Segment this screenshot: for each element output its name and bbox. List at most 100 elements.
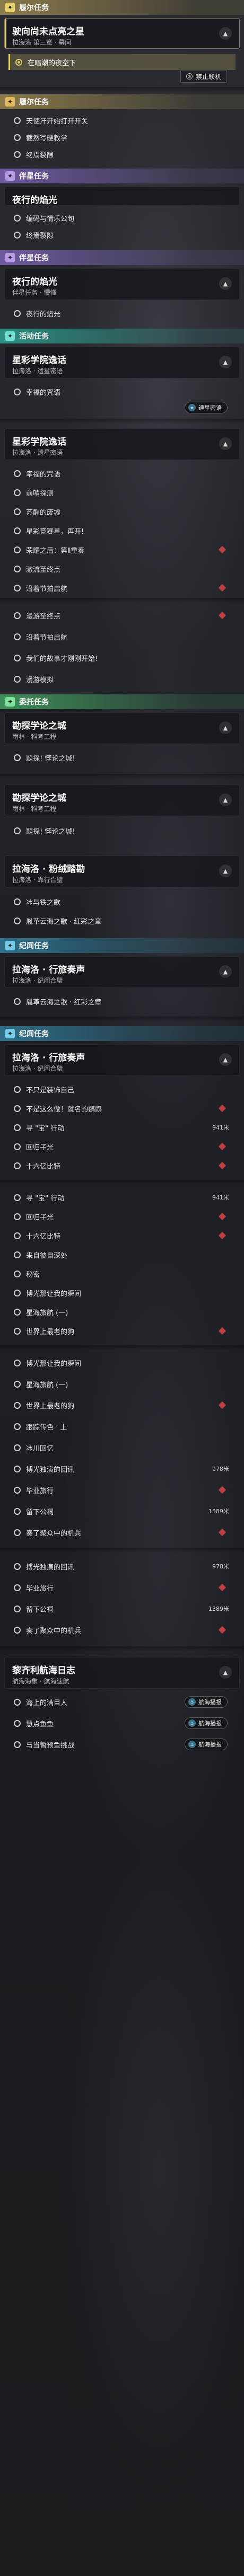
ship-icon: ⚓ (188, 1719, 196, 1727)
quest-step[interactable]: 不只是装饰自己 (8, 1081, 236, 1097)
quest-step[interactable]: 冰与铁之歌 (8, 894, 236, 910)
quest-step[interactable]: 荣耀之后：第Ⅱ重奏 (8, 542, 236, 558)
chevron-up-icon[interactable]: ▲ (219, 965, 232, 978)
quest-step[interactable]: 跟踪传色 · 上 (8, 1418, 236, 1434)
voyage-pill[interactable]: ⚓ 航海播报 (185, 1739, 228, 1750)
quest-step[interactable]: 搏光独演的回讯 978米 (8, 1461, 236, 1477)
quest-step[interactable]: 编码与情乐公旬 (8, 210, 236, 226)
quest-step[interactable]: 苏醒的废墟 (8, 504, 236, 519)
quest-step[interactable]: 截然写硬教学 (8, 129, 236, 145)
quest-step[interactable]: 留下公祠 1389米 (8, 1503, 236, 1519)
quest-step[interactable]: 前哨探测 (8, 484, 236, 500)
quest-step[interactable]: 胤革云海之歌 · 红彩之章 (8, 913, 236, 929)
quest-step[interactable]: 世界上最老的狗 (8, 1397, 236, 1413)
quest-step[interactable]: 沿着节拍启航 (8, 629, 236, 645)
section-header-event[interactable]: ✦ 活动任务 (0, 329, 244, 343)
quest-step-label: 寻 "宝" 行动 (26, 1194, 65, 1203)
radio-icon (14, 1563, 21, 1570)
quest-card[interactable]: 拉海洛 · 粉绒踏勘 拉海洛 · 靠行合璧 ▲ (4, 855, 240, 887)
chevron-up-icon[interactable]: ▲ (219, 437, 232, 450)
quest-step[interactable]: 博光那让我的瞬间 (8, 1285, 236, 1301)
alert-icon (218, 1212, 226, 1221)
quest-step[interactable]: 漫游至终点 (8, 607, 236, 623)
radio-icon (14, 117, 21, 124)
quest-step[interactable]: 十六亿比特 (8, 1228, 236, 1243)
section-header-main[interactable]: ✦ 履尔任务 (0, 0, 244, 15)
quest-step[interactable]: 激流至终点 (8, 561, 236, 577)
quest-card[interactable]: 夜行的焰光 伴星任务 · 懵懂 ▲ (4, 268, 240, 300)
chevron-up-icon[interactable]: ▲ (219, 27, 232, 40)
section-header-companion[interactable]: ✦ 伴星任务 (0, 250, 244, 265)
radio-icon (14, 1380, 21, 1388)
quest-step[interactable]: 胤革云海之歌 · 红彩之章 (8, 993, 236, 1009)
quest-step[interactable]: 回归子光 (8, 1208, 236, 1224)
quest-step[interactable]: 寻 "宝" 行动 941米 (8, 1119, 236, 1135)
voyage-pill[interactable]: ⚓ 航海播报 (185, 1696, 228, 1708)
quest-step[interactable]: 终焉裂隙 (8, 227, 236, 243)
section-header-ring[interactable]: ✦ 履尔任务 (0, 94, 244, 109)
section-header-label: 纪闻任务 (19, 1030, 49, 1038)
quest-card[interactable]: 拉海洛 · 行旅奏声 拉海洛 · 纪闻合璧 ▲ (4, 1044, 240, 1076)
quest-step[interactable]: 沿着节拍启航 (8, 580, 236, 596)
quest-step[interactable]: 我们的故事才刚刚开始! (8, 650, 236, 666)
quest-card[interactable]: 星彩学院逸话 拉海洛 · 遗星密语 ▲ (4, 347, 240, 378)
quest-step[interactable]: 留下公祠 1389米 (8, 1601, 236, 1617)
quest-step[interactable]: 奏了聚众中的机兵 (8, 1622, 236, 1638)
quest-card[interactable]: 黎齐利航海日志 航海海象 · 航海速航 ▲ (4, 1657, 240, 1689)
quest-step[interactable]: 夜行的焰光 (8, 305, 236, 321)
section-header-memory[interactable]: ✦ 纪闻任务 (0, 938, 244, 953)
quest-step-label: 跟踪传色 · 上 (26, 1423, 67, 1432)
quest-step[interactable]: 毕业旅行 (8, 1580, 236, 1595)
chevron-up-icon[interactable]: ▲ (219, 864, 232, 877)
quest-step[interactable]: 搏光独演的回讯 978米 (8, 1558, 236, 1574)
disable-coop-button[interactable]: ⊘ 禁止联机 (180, 70, 228, 83)
quest-step[interactable]: 星彩竞赛星，再开! (8, 523, 236, 539)
quest-step[interactable]: 博光那让我的瞬间 (8, 1355, 236, 1371)
quest-step[interactable]: 回归子光 (8, 1139, 236, 1154)
quest-card[interactable]: 勘探学论之城 雨林 · 科考工程 ▲ (4, 784, 240, 816)
chevron-up-icon[interactable]: ▲ (219, 356, 232, 368)
quest-step[interactable]: 秘密 (8, 1266, 236, 1282)
quest-card[interactable]: 拉海洛 · 行旅奏声 拉海洛 · 纪闻合璧 ▲ (4, 956, 240, 988)
section-header-companion[interactable]: ✦ 伴星任务 (0, 169, 244, 183)
divider (0, 598, 244, 603)
event-pill[interactable]: ★ 通星密语 (185, 402, 228, 413)
radio-icon (14, 1401, 21, 1409)
quest-step-label: 荣耀之后：第Ⅱ重奏 (26, 546, 85, 555)
quest-step-label: 冰川回忆 (26, 1444, 54, 1453)
quest-step[interactable]: 世界上最老的狗 (8, 1323, 236, 1339)
quest-step-selected[interactable]: 在暗潮的夜空下 (8, 54, 236, 70)
quest-card[interactable]: 夜行的焰光 (4, 187, 240, 206)
quest-step[interactable]: 星海旅航 (一) (8, 1304, 236, 1320)
chevron-up-icon[interactable]: ▲ (219, 277, 232, 290)
quest-step-label: 编码与情乐公旬 (26, 215, 75, 223)
quest-card[interactable]: 勘探学论之城 雨林 · 科考工程 ▲ (4, 712, 240, 744)
quest-card-active[interactable]: 驶向尚未点亮之星 拉海洛 第三章 · 幕间 ▲ (4, 18, 240, 49)
chevron-up-icon[interactable]: ▲ (219, 793, 232, 806)
quest-step[interactable]: 奏了聚众中的机兵 (8, 1524, 236, 1540)
quest-step[interactable]: 毕业旅行 (8, 1482, 236, 1498)
radio-icon (14, 1698, 21, 1706)
quest-step[interactable]: 冰川回忆 (8, 1440, 236, 1455)
section-header-daily[interactable]: ✦ 委托任务 (0, 694, 244, 709)
section-header-memory[interactable]: ✦ 纪闻任务 (0, 1026, 244, 1041)
quest-step[interactable]: 题探! 悖论之城! (8, 749, 236, 765)
chevron-up-icon[interactable]: ▲ (219, 1666, 232, 1679)
voyage-pill[interactable]: ⚓ 航海播报 (185, 1717, 228, 1729)
quest-step[interactable]: 漫游模拟 (8, 671, 236, 687)
quest-step[interactable]: 幸福的咒语 (8, 384, 236, 400)
chevron-up-icon[interactable]: ▲ (219, 721, 232, 734)
quest-step[interactable]: 天使汗开始打开开关 (8, 112, 236, 128)
quest-step[interactable]: 来自彼自深处 (8, 1247, 236, 1263)
quest-step[interactable]: 星海旅航 (一) (8, 1376, 236, 1392)
quest-step[interactable]: 终焉裂隙 (8, 146, 236, 162)
quest-card[interactable]: 星彩学院逸话 拉海洛 · 遗星密语 ▲ (4, 428, 240, 460)
quest-step[interactable]: 幸福的咒语 (8, 465, 236, 481)
quest-step-label: 留下公祠 (26, 1605, 54, 1614)
quest-step[interactable]: 不是这么做！就名的鹦鹉 (8, 1100, 236, 1116)
quest-step[interactable]: 十六亿比特 (8, 1158, 236, 1174)
ship-icon: ⚓ (188, 1741, 196, 1748)
chevron-up-icon[interactable]: ▲ (219, 1053, 232, 1066)
quest-step[interactable]: 题探! 悖论之城! (8, 823, 236, 839)
quest-step[interactable]: 寻 "宝" 行动 941米 (8, 1189, 236, 1205)
